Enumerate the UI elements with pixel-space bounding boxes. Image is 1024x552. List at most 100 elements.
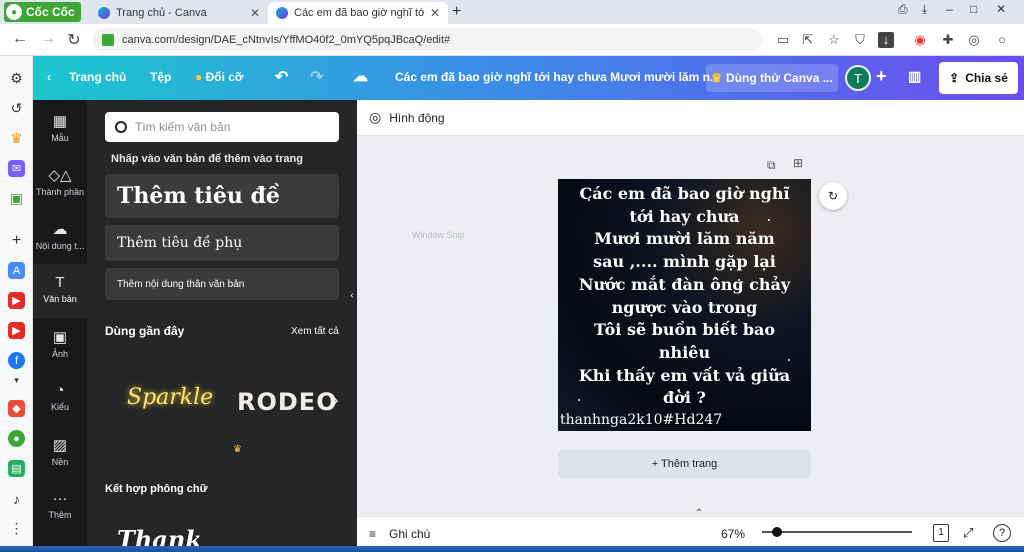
url-bar[interactable]: canva.com/design/DAE_cNtnvIs/YffMO40f2_0… <box>92 28 762 52</box>
canva-favicon-icon <box>276 7 288 19</box>
poem-line: Tôi sẽ buồn biết bao <box>593 320 776 340</box>
tab-canva-design[interactable]: Các em đã bao giờ nghĩ tới h ✕ <box>268 2 448 24</box>
extension-color-icon[interactable]: ◉ <box>912 32 928 48</box>
try-pro-label: Dùng thử Canva ... <box>726 71 833 85</box>
add-body-text-button[interactable]: Thêm nội dung thân văn bản <box>105 268 339 300</box>
zoom-level[interactable]: 67% <box>721 527 745 541</box>
brand-name: Cốc Cốc <box>26 5 75 19</box>
add-page-button[interactable]: + Thêm trang <box>558 450 811 478</box>
minimize-button[interactable]: – <box>946 2 953 16</box>
signature-text[interactable]: thanhnga2k10#Hd247 <box>560 412 722 428</box>
undo-icon[interactable]: ↶ <box>275 67 288 87</box>
chevron-down-icon[interactable]: ▾ <box>8 372 25 389</box>
add-sidebar-icon[interactable]: + <box>8 232 25 249</box>
messenger-icon[interactable]: ✉ <box>8 160 25 177</box>
add-subheading-button[interactable]: Thêm tiêu đề phụ <box>105 225 339 261</box>
help-icon[interactable]: ? <box>993 524 1011 542</box>
forward-arrow-icon[interactable]: → <box>38 30 58 48</box>
download-icon[interactable]: ↓ <box>878 32 894 48</box>
close-tab-icon[interactable]: ✕ <box>250 6 260 20</box>
tab-canva-home[interactable]: Trang chủ - Canva ✕ <box>90 2 268 24</box>
file-menu[interactable]: Tệp <box>150 70 171 84</box>
resize-button[interactable]: ● Đổi cỡ <box>195 70 243 84</box>
zoom-slider-handle[interactable] <box>772 527 782 537</box>
more-dots-icon[interactable]: ⋮ <box>8 520 25 537</box>
coccoc-menu-button[interactable]: ● Cốc Cốc <box>4 2 81 22</box>
design-page[interactable]: Các em đã bao giờ nghĩ tới hay chưa Mươi… <box>558 179 811 431</box>
try-canva-pro-button[interactable]: ♛ Dùng thử Canva ... <box>706 64 838 92</box>
canva-favicon-icon <box>98 7 110 19</box>
notification-bell-icon[interactable]: ♪ <box>8 490 25 507</box>
restore-icon[interactable]: ⤓ <box>922 2 927 17</box>
share-button[interactable]: ⇪ Chia sẻ <box>939 62 1018 94</box>
back-arrow-icon[interactable]: ← <box>10 30 30 48</box>
reload-icon[interactable]: ↻ <box>64 30 84 50</box>
resize-label: Đổi cỡ <box>205 70 244 84</box>
redo-icon[interactable]: ↷ <box>310 67 323 87</box>
browser-sidebar: ⚙ ↺ ♛ ✉ ▣ + A ▶ ▶ f ▾ ◆ ● ▤ ♪ ⋮ <box>0 56 33 552</box>
history-icon[interactable]: ↺ <box>8 100 25 117</box>
shield-icon[interactable]: ⛉ <box>852 32 868 48</box>
cloud-sync-icon[interactable]: ☁ <box>353 67 368 85</box>
new-tab-button[interactable]: + <box>452 3 461 21</box>
close-tab-icon[interactable]: ✕ <box>430 6 440 20</box>
fullscreen-icon[interactable]: ⤢ <box>963 525 973 541</box>
design-title[interactable]: Các em đã bao giờ nghĩ tới hay chưa Mươi… <box>395 70 720 84</box>
close-window-button[interactable]: ✕ <box>996 2 1006 16</box>
menu-circle-icon[interactable]: ○ <box>994 32 1010 48</box>
maps-icon[interactable]: ● <box>8 430 25 447</box>
page-count[interactable]: 1 <box>933 524 949 542</box>
poem-line: sau ,.... mình gặp lại <box>593 252 776 272</box>
font-sample-rodeo[interactable]: RODEO <box>237 388 338 416</box>
rail-more[interactable]: ··· Thêm <box>33 490 87 520</box>
back-chevron-icon[interactable]: ‹ <box>47 70 51 84</box>
translate-icon[interactable]: A <box>8 262 25 279</box>
url-text: canva.com/design/DAE_cNtnvIs/YffMO40f2_0… <box>122 34 451 46</box>
youtube-icon[interactable]: ▶ <box>8 292 25 309</box>
crown-icon: ♛ <box>233 444 242 455</box>
rail-templates[interactable]: ▦ Mẫu <box>33 112 87 143</box>
rail-elements[interactable]: ◇△ Thành phần <box>33 166 87 197</box>
clipboard-icon[interactable]: ▭ <box>775 32 791 48</box>
insights-chart-icon[interactable]: ▥ <box>908 68 921 85</box>
image-icon: ▣ <box>52 329 68 346</box>
notes-button[interactable]: Ghi chú <box>389 527 430 541</box>
settings-gear-icon[interactable]: ⚙ <box>8 70 25 87</box>
facebook-icon[interactable]: f <box>8 352 25 369</box>
see-all-link[interactable]: Xem tất cả <box>291 326 339 337</box>
rail-background[interactable]: ▨ Nền <box>33 436 87 467</box>
game-icon[interactable]: ▣ <box>8 190 25 207</box>
rail-styles[interactable]: ◔ Kiểu <box>33 382 87 412</box>
screenshot-icon[interactable]: ⎙ <box>898 2 908 17</box>
profile-icon[interactable]: ◎ <box>966 32 982 48</box>
zoom-slider[interactable] <box>762 527 912 537</box>
poem-line: đời ? <box>663 388 706 408</box>
font-sample-sparkle[interactable]: Sparkle <box>127 385 213 410</box>
background-pattern-icon: ▨ <box>52 437 68 454</box>
chevron-right-icon[interactable]: › <box>333 392 338 410</box>
window-snip-ghost: Window Snip <box>412 230 465 240</box>
sheets-icon[interactable]: ▤ <box>8 460 25 477</box>
youtube-icon[interactable]: ▶ <box>8 322 25 339</box>
canvas-workspace: ◎ Hình động Window Snip ⧉ ⊞ Các em đã ba… <box>357 100 1024 552</box>
share-page-icon[interactable]: ⇱ <box>800 32 816 48</box>
share-upload-icon: ⇪ <box>949 71 960 85</box>
animate-button[interactable]: Hình động <box>389 111 444 125</box>
shopping-icon[interactable]: ◆ <box>8 400 25 417</box>
rail-text[interactable]: T Văn bản <box>33 264 87 318</box>
poem-text[interactable]: Các em đã bao giờ nghĩ tới hay chưa Mươi… <box>558 183 811 410</box>
add-page-icon[interactable]: ⊞ <box>793 156 803 170</box>
text-search-input[interactable]: Tìm kiếm văn bản <box>105 112 339 142</box>
duplicate-page-icon[interactable]: ⧉ <box>767 158 776 173</box>
puzzle-icon[interactable]: ✚ <box>940 32 956 48</box>
bookmark-star-icon[interactable]: ☆ <box>826 32 842 48</box>
rail-photos[interactable]: ▣ Ảnh <box>33 328 87 359</box>
add-heading-button[interactable]: Thêm tiêu đề <box>105 174 339 218</box>
maximize-button[interactable]: □ <box>970 2 977 16</box>
rail-uploads[interactable]: ☁ Nội dung t... <box>33 220 87 251</box>
home-link[interactable]: Trang chủ <box>69 70 126 84</box>
crown-icon[interactable]: ♛ <box>8 130 25 147</box>
add-collaborator-icon[interactable]: + <box>876 66 887 87</box>
user-avatar[interactable]: T <box>845 65 871 91</box>
comment-add-icon[interactable]: ↻ <box>819 182 847 210</box>
